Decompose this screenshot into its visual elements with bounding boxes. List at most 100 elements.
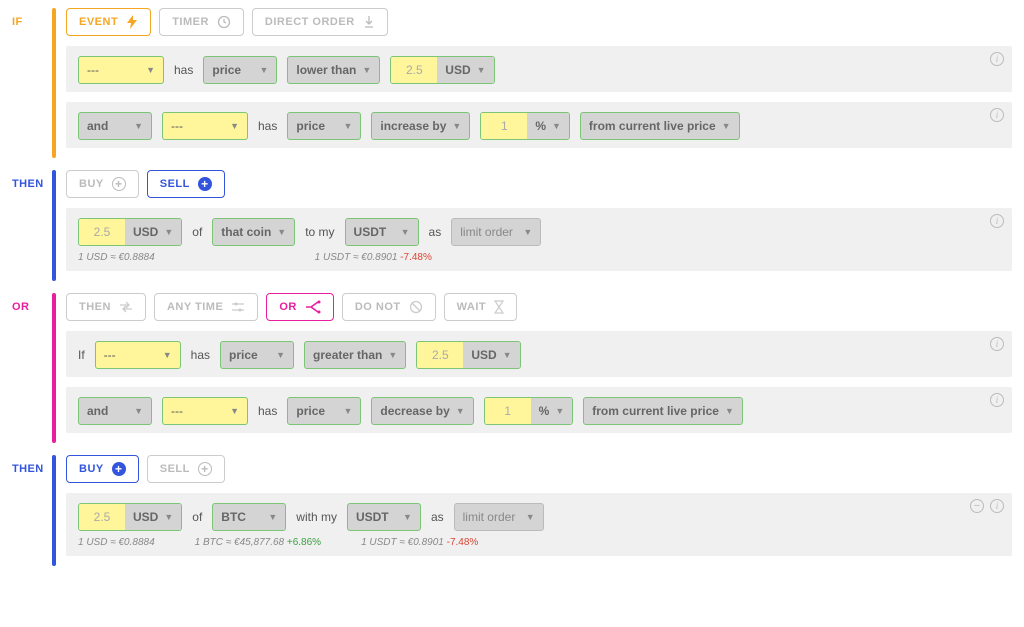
coin-select[interactable]: ---▼	[162, 112, 248, 140]
text-has: has	[258, 404, 277, 418]
unit-select[interactable]: %▼	[527, 113, 569, 139]
attr-select[interactable]: price▼	[287, 397, 361, 425]
value-input[interactable]: 2.5	[391, 57, 437, 83]
ordertype-select[interactable]: limit order▼	[451, 218, 541, 246]
tab-or[interactable]: OR	[266, 293, 334, 321]
rate-hint: 1 USDT ≈ €0.8901 -7.48%	[315, 252, 432, 263]
section-bar	[52, 8, 56, 158]
chevron-down-icon: ▼	[134, 121, 143, 131]
tab-timer[interactable]: TIMER	[159, 8, 244, 36]
amount-unit-input[interactable]: 2.5 USD▼	[78, 503, 182, 531]
tab-row: THEN ANY TIME OR DO NOT WAIT	[66, 293, 1012, 321]
tab-sell[interactable]: SELL +	[147, 455, 225, 483]
section-then: THEN BUY + SELL + − i 2.5 USD▼ of BTC▼	[12, 455, 1012, 566]
tab-anytime[interactable]: ANY TIME	[154, 293, 258, 321]
conj-select[interactable]: and▼	[78, 112, 152, 140]
action-row: 2.5 USD▼ of that coin▼ to my USDT▼ as li…	[78, 218, 1000, 246]
text-of: of	[192, 510, 202, 524]
reference-select[interactable]: from current live price▼	[580, 112, 740, 140]
info-icon[interactable]: i	[990, 499, 1004, 513]
value-input[interactable]: 1	[481, 113, 527, 139]
chevron-down-icon: ▼	[343, 121, 352, 131]
tab-event[interactable]: EVENT	[66, 8, 151, 36]
info-icon[interactable]: i	[990, 214, 1004, 228]
amount-unit-input[interactable]: 2.5 USD▼	[78, 218, 182, 246]
tab-label: THEN	[79, 301, 111, 313]
tab-label: DO NOT	[355, 301, 401, 313]
chevron-down-icon: ▼	[277, 227, 286, 237]
tab-label: TIMER	[172, 16, 209, 28]
tab-donot[interactable]: DO NOT	[342, 293, 436, 321]
chevron-down-icon: ▼	[388, 350, 397, 360]
hourglass-icon	[494, 300, 504, 314]
coin-select[interactable]: ---▼	[78, 56, 164, 84]
quote-select[interactable]: USDT▼	[347, 503, 421, 531]
condition-block: i ---▼ has price▼ lower than▼ 2.5 USD▼	[66, 46, 1012, 92]
unit-select[interactable]: USD▼	[437, 57, 493, 83]
attr-select[interactable]: price▼	[220, 341, 294, 369]
info-icon[interactable]: i	[990, 393, 1004, 407]
operator-select[interactable]: decrease by▼	[371, 397, 473, 425]
section-body: THEN ANY TIME OR DO NOT WAIT i	[66, 293, 1012, 443]
value-input[interactable]: 2.5	[417, 342, 463, 368]
section-label-then: THEN	[12, 455, 52, 566]
value-input[interactable]: 2.5	[79, 504, 125, 530]
chevron-down-icon: ▼	[146, 65, 155, 75]
section-bar	[52, 293, 56, 443]
coin-select[interactable]: ---▼	[162, 397, 248, 425]
chevron-down-icon: ▼	[526, 512, 535, 522]
tab-row: BUY + SELL +	[66, 455, 1012, 483]
coin-select[interactable]: BTC▼	[212, 503, 286, 531]
section-if: IF EVENT TIMER DIRECT ORDER i ---▼ has p…	[12, 8, 1012, 158]
remove-icon[interactable]: −	[970, 499, 984, 513]
chevron-down-icon: ▼	[722, 121, 731, 131]
info-icon[interactable]: i	[990, 52, 1004, 66]
unit-select[interactable]: %▼	[531, 398, 573, 424]
chevron-down-icon: ▼	[477, 65, 486, 75]
section-or: OR THEN ANY TIME OR DO NOT WAIT	[12, 293, 1012, 443]
plus-circle-icon: +	[112, 177, 126, 191]
unit-select[interactable]: USD▼	[125, 219, 181, 245]
reference-select[interactable]: from current live price▼	[583, 397, 743, 425]
value-input[interactable]: 1	[485, 398, 531, 424]
tab-direct-order[interactable]: DIRECT ORDER	[252, 8, 388, 36]
attr-select[interactable]: price▼	[203, 56, 277, 84]
quote-select[interactable]: USDT▼	[345, 218, 419, 246]
download-icon	[363, 15, 375, 29]
attr-select[interactable]: price▼	[287, 112, 361, 140]
operator-select[interactable]: lower than▼	[287, 56, 380, 84]
tab-then[interactable]: THEN	[66, 293, 146, 321]
chevron-down-icon: ▼	[523, 227, 532, 237]
chevron-down-icon: ▼	[456, 406, 465, 416]
text-has: has	[174, 63, 193, 77]
ordertype-select[interactable]: limit order▼	[454, 503, 544, 531]
value-unit-input[interactable]: 2.5 USD▼	[416, 341, 520, 369]
tab-row: EVENT TIMER DIRECT ORDER	[66, 8, 1012, 36]
tab-row: BUY + SELL +	[66, 170, 1012, 198]
section-body: EVENT TIMER DIRECT ORDER i ---▼ has pric…	[66, 8, 1012, 158]
action-row: 2.5 USD▼ of BTC▼ with my USDT▼ as limit …	[78, 503, 1000, 531]
chevron-down-icon: ▼	[555, 406, 564, 416]
conj-select[interactable]: and▼	[78, 397, 152, 425]
info-icon[interactable]: i	[990, 337, 1004, 351]
tab-wait[interactable]: WAIT	[444, 293, 518, 321]
info-icon[interactable]: i	[990, 108, 1004, 122]
value-unit-input[interactable]: 1 %▼	[484, 397, 574, 425]
tab-label: WAIT	[457, 301, 487, 313]
value-unit-input[interactable]: 1 %▼	[480, 112, 570, 140]
chevron-down-icon: ▼	[343, 406, 352, 416]
condition-block: i If ---▼ has price▼ greater than▼ 2.5 U…	[66, 331, 1012, 377]
unit-select[interactable]: USD▼	[463, 342, 519, 368]
tab-buy[interactable]: BUY +	[66, 170, 139, 198]
value-input[interactable]: 2.5	[79, 219, 125, 245]
operator-select[interactable]: greater than▼	[304, 341, 406, 369]
coin-select[interactable]: ---▼	[95, 341, 181, 369]
unit-select[interactable]: USD▼	[125, 504, 181, 530]
rate-hint: 1 USDT ≈ €0.8901 -7.48%	[361, 537, 478, 548]
tab-sell[interactable]: SELL +	[147, 170, 225, 198]
value-unit-input[interactable]: 2.5 USD▼	[390, 56, 494, 84]
coin-select[interactable]: that coin▼	[212, 218, 295, 246]
plus-circle-icon: +	[198, 462, 212, 476]
tab-buy[interactable]: BUY +	[66, 455, 139, 483]
operator-select[interactable]: increase by▼	[371, 112, 470, 140]
